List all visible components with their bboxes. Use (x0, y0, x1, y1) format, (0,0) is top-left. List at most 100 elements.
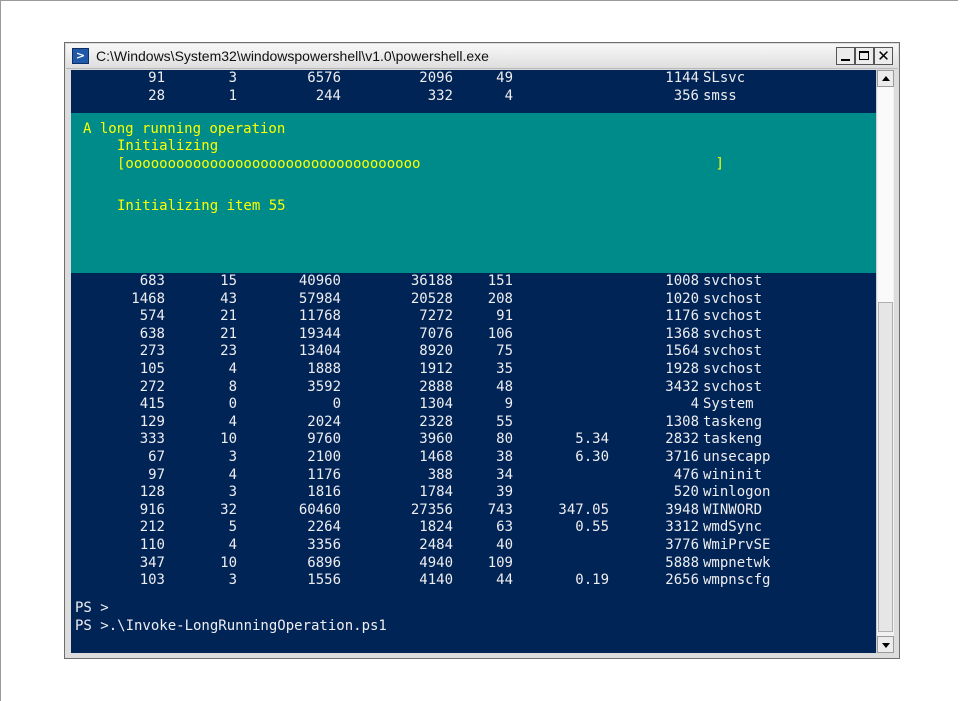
arrow-up-icon (882, 76, 890, 81)
process-cell: 19344 (298, 325, 341, 342)
powershell-icon[interactable]: > (72, 48, 89, 64)
process-cell: 3356 (307, 536, 341, 553)
process-cell: 106 (487, 325, 513, 342)
process-cell: 63 (496, 519, 513, 536)
process-cell: 332 (427, 87, 453, 104)
process-cell: 4 (228, 466, 237, 483)
process-cell: 9 (504, 396, 513, 413)
process-row: 333 10 9760 3960 80 5.34 2832 taskeng (71, 431, 876, 449)
process-row: 212 5 2264 1824 63 0.55 3312 wmdSync (71, 519, 876, 537)
process-cell: 2264 (307, 519, 341, 536)
close-button[interactable]: ✕ (874, 47, 893, 65)
process-cell: wmdSync (703, 519, 763, 536)
scroll-track[interactable] (878, 87, 893, 302)
process-cell: 13404 (298, 343, 341, 360)
process-cell: 2484 (419, 536, 453, 553)
process-cell: smss (703, 87, 737, 104)
vertical-scrollbar[interactable] (876, 70, 894, 653)
process-cell: 4940 (419, 554, 453, 571)
process-row: 129 4 2024 2328 55 1308 taskeng (71, 414, 876, 432)
process-cell: SLsvc (703, 70, 746, 86)
process-cell: 2656 (665, 572, 699, 589)
process-cell: wmpnscfg (703, 572, 771, 589)
progress-activity: A long running operation (83, 121, 286, 137)
maximize-button[interactable] (855, 47, 874, 65)
process-cell: taskeng (703, 431, 763, 448)
process-cell: 6.30 (575, 448, 609, 465)
page-border-top (0, 0, 958, 1)
process-list: 683 15 40960 36188 151 1008 svchost 1468 43 57984… (71, 273, 876, 590)
process-cell: 91 (496, 308, 513, 325)
process-cell: 49 (496, 70, 513, 86)
process-cell: 356 (673, 87, 699, 104)
process-cell: 683 (139, 273, 165, 289)
process-cell: 347 (139, 554, 165, 571)
process-cell: 7076 (419, 325, 453, 342)
process-cell: 6896 (307, 554, 341, 571)
process-cell: 3 (228, 484, 237, 501)
process-row: 347 10 6896 4940 109 5888 wmpnetwk (71, 555, 876, 573)
minimize-button[interactable] (836, 47, 855, 65)
process-cell: 0.55 (575, 519, 609, 536)
process-cell: 44 (496, 572, 513, 589)
process-cell: 27356 (410, 501, 453, 518)
process-cell: 10 (220, 431, 237, 448)
process-cell: 3592 (307, 378, 341, 395)
process-cell: 3 (228, 448, 237, 465)
scroll-up-button[interactable] (877, 70, 894, 87)
console-output[interactable]: 91 3 6576 2096 49 1144 SLsvc 28 1 244 332 4 356 smss … (71, 70, 876, 653)
process-cell: 91 (148, 70, 165, 86)
progress-panel: A long running operation Initializing [o… (71, 113, 876, 273)
process-cell: svchost (703, 360, 763, 377)
process-cell: 638 (139, 325, 165, 342)
process-row: 103 3 1556 4140 44 0.19 2656 wmpnscfg (71, 572, 876, 590)
process-cell: 38 (496, 448, 513, 465)
process-cell: 67 (148, 448, 165, 465)
process-cell: svchost (703, 273, 763, 289)
process-cell: 20528 (410, 290, 453, 307)
process-row: 91 3 6576 2096 49 1144 SLsvc (71, 70, 876, 88)
process-cell: 1176 (307, 466, 341, 483)
process-cell: svchost (703, 378, 763, 395)
process-cell: 2888 (419, 378, 453, 395)
scroll-thumb[interactable] (878, 302, 893, 632)
process-cell: 110 (139, 536, 165, 553)
process-cell: 36188 (410, 273, 453, 289)
process-cell: 151 (487, 273, 513, 289)
process-cell: 75 (496, 343, 513, 360)
process-cell: 1 (228, 87, 237, 104)
process-cell: 2024 (307, 413, 341, 430)
process-cell: 3716 (665, 448, 699, 465)
process-row: 97 4 1176 388 34 476 wininit (71, 467, 876, 485)
prompt-area: PS > PS >.\Invoke-LongRunningOperation.p… (75, 600, 387, 635)
process-cell: 21 (220, 325, 237, 342)
scroll-down-button[interactable] (877, 636, 894, 653)
process-cell: WINWORD (703, 501, 763, 518)
process-cell: 1308 (665, 413, 699, 430)
process-cell: 388 (427, 466, 453, 483)
process-row: 273 23 13404 8920 75 1564 svchost (71, 343, 876, 361)
process-cell: 1888 (307, 360, 341, 377)
process-cell: 2100 (307, 448, 341, 465)
progress-status: Initializing (117, 138, 219, 154)
process-cell: svchost (703, 308, 763, 325)
title-bar[interactable]: > C:\Windows\System32\windowspowershell\… (66, 44, 898, 69)
process-cell: 1304 (419, 396, 453, 413)
process-cell: 4 (690, 396, 699, 413)
process-cell: 1912 (419, 360, 453, 377)
process-row: 574 21 11768 7272 91 1176 svchost (71, 308, 876, 326)
process-cell: wmpnetwk (703, 554, 771, 571)
process-cell: 1176 (665, 308, 699, 325)
process-cell: 3776 (665, 536, 699, 553)
process-cell: 333 (139, 431, 165, 448)
minimize-icon (841, 59, 850, 61)
process-cell: 128 (139, 484, 165, 501)
process-cell: 244 (315, 87, 341, 104)
process-cell: 2832 (665, 431, 699, 448)
process-row: 415 0 0 1304 9 4 System (71, 396, 876, 414)
process-cell: 21 (220, 308, 237, 325)
process-cell: 32 (220, 501, 237, 518)
process-cell: 11768 (298, 308, 341, 325)
process-cell: svchost (703, 325, 763, 342)
process-cell: 60460 (298, 501, 341, 518)
